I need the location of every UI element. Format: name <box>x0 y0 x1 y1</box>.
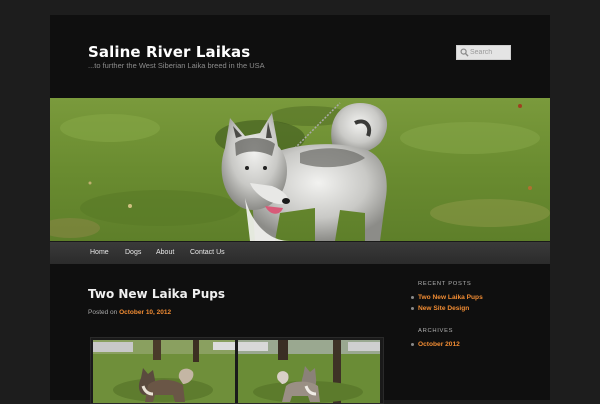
site-description: ...to further the West Siberian Laika br… <box>88 61 265 70</box>
dog-photo <box>50 98 550 241</box>
archives-list: October 2012 <box>411 339 460 350</box>
post-gallery <box>90 337 384 404</box>
gallery-image-2[interactable] <box>238 340 380 403</box>
main-navigation: Home Dogs About Contact Us <box>50 241 550 264</box>
nav-item-about[interactable]: About <box>156 242 174 264</box>
page-container: Saline River Laikas ...to further the We… <box>50 15 550 404</box>
recent-posts-heading: RECENT POSTS <box>418 281 472 287</box>
post-meta: Posted on October 10, 2012 <box>88 309 171 316</box>
list-item: Two New Laika Pups <box>411 292 483 303</box>
list-item: October 2012 <box>411 339 460 350</box>
bullet-icon <box>411 296 414 299</box>
search-icon <box>460 48 469 57</box>
recent-posts-list: Two New Laika Pups New Site Design <box>411 292 483 314</box>
gallery-image-1[interactable] <box>93 340 235 403</box>
site-title[interactable]: Saline River Laikas <box>88 43 250 61</box>
bullet-icon <box>411 307 414 310</box>
posted-on-label: Posted on <box>88 309 118 316</box>
bullet-icon <box>411 343 414 346</box>
pup-photo-2 <box>238 340 380 403</box>
header-banner-image <box>50 98 550 241</box>
search-box[interactable] <box>456 45 512 60</box>
list-item: New Site Design <box>411 303 483 314</box>
nav-item-home[interactable]: Home <box>90 242 109 264</box>
archives-heading: ARCHIVES <box>418 328 454 334</box>
post-date-link[interactable]: October 10, 2012 <box>119 309 171 316</box>
nav-item-contact-us[interactable]: Contact Us <box>190 242 225 264</box>
archive-link[interactable]: October 2012 <box>418 341 460 348</box>
post-title[interactable]: Two New Laika Pups <box>88 287 225 301</box>
recent-post-link[interactable]: Two New Laika Pups <box>418 294 483 301</box>
search-input[interactable] <box>469 46 512 59</box>
recent-post-link[interactable]: New Site Design <box>418 305 469 312</box>
pup-photo-1 <box>93 340 235 403</box>
nav-item-dogs[interactable]: Dogs <box>125 242 141 264</box>
